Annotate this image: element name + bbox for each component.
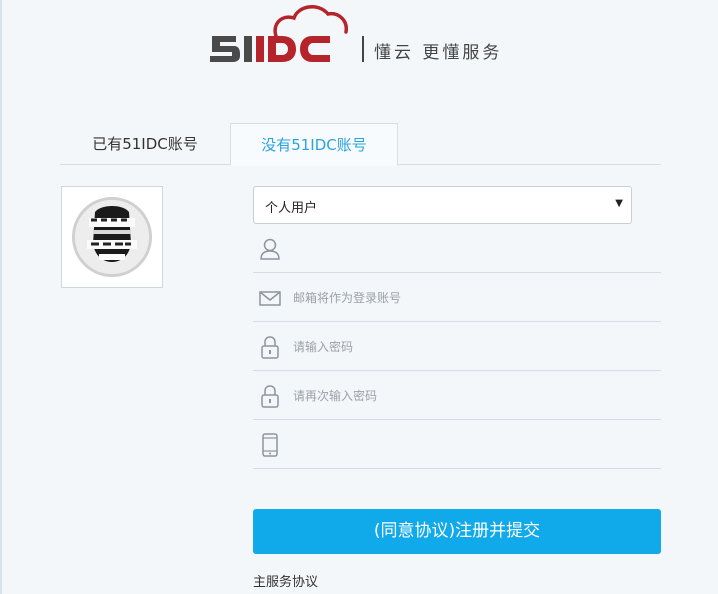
avatar-frame[interactable] [61, 186, 163, 288]
brand-slogan: 懂云 更懂服务 [374, 43, 503, 63]
lock-icon [261, 336, 279, 359]
avatar [72, 197, 152, 277]
email-input[interactable] [293, 274, 653, 321]
brand-logo[interactable]: 懂云 更懂服务 [206, 2, 526, 68]
password-field [253, 323, 661, 371]
phone-icon [262, 433, 278, 457]
username-field [253, 225, 661, 273]
phone-field [253, 421, 661, 469]
tab-existing-account[interactable]: 已有51IDC账号 [60, 123, 230, 165]
chevron-down-icon: ▼ [615, 198, 623, 209]
username-input[interactable] [293, 225, 653, 272]
tab-new-account[interactable]: 没有51IDC账号 [230, 123, 398, 166]
logo-divider [362, 36, 364, 62]
password-confirm-input[interactable] [293, 372, 653, 419]
account-tabs: 已有51IDC账号 没有51IDC账号 [60, 123, 661, 166]
user-icon [260, 238, 280, 260]
password-input[interactable] [293, 323, 653, 370]
page-edge [0, 0, 2, 594]
user-type-value: 个人用户 [265, 201, 318, 216]
logo-cloud-icon [210, 5, 348, 62]
avatar-image-icon [75, 200, 149, 274]
password-confirm-field [253, 372, 661, 420]
phone-input[interactable] [293, 421, 653, 468]
service-agreement-link[interactable]: 主服务协议 [253, 571, 318, 590]
lock-icon [261, 385, 279, 408]
email-field [253, 274, 661, 322]
user-type-select[interactable]: 个人用户 ▼ [253, 186, 632, 224]
register-submit-button[interactable]: (同意协议)注册并提交 [253, 509, 661, 554]
mail-icon [259, 291, 281, 306]
